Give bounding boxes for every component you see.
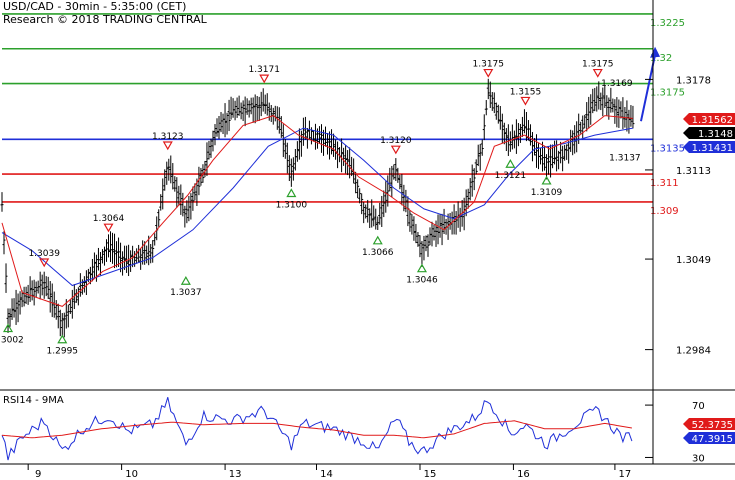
- x-tick-label: 9: [35, 469, 41, 480]
- price-tick-label: 1.2984: [676, 346, 711, 357]
- note-label: 1.3169: [601, 79, 633, 89]
- rsi-tick-label: 30: [692, 453, 705, 464]
- chart-title: USD/CAD - 30min - 5:35:00 (CET): [3, 0, 187, 13]
- low-marker-icon: [180, 276, 191, 285]
- level-label: 1.311: [650, 178, 679, 189]
- low-label: 1.3121: [495, 171, 527, 181]
- low-marker-icon: [416, 263, 427, 273]
- high-marker-icon: [259, 74, 270, 84]
- high-label: 1.3064: [93, 214, 125, 224]
- x-tick-label: 15: [424, 469, 437, 480]
- high-marker-icon: [592, 68, 603, 78]
- x-tick-label: 14: [320, 469, 333, 480]
- price-panel: 1.32251.321.31751.31351.3111.3091.30021.…: [0, 13, 685, 357]
- chart-canvas: 1.32251.321.31751.31351.3111.3091.30021.…: [0, 0, 735, 480]
- low-marker-icon: [541, 175, 552, 185]
- price-tag-label: 1.31431: [692, 143, 733, 154]
- high-label: 1.3123: [152, 132, 184, 142]
- low-label: 1.3066: [362, 248, 394, 258]
- low-marker-icon: [57, 334, 68, 344]
- low-label: 1.3109: [531, 188, 563, 198]
- rsi-title: RSI14 - 9MA: [3, 395, 64, 406]
- high-marker-icon: [520, 96, 531, 106]
- price-tag-label: 1.3148: [698, 129, 733, 140]
- x-tick-label: 16: [517, 469, 530, 480]
- high-marker-icon: [39, 258, 50, 268]
- low-marker-icon: [372, 235, 383, 245]
- high-marker-icon: [162, 141, 173, 151]
- research-credit: Research © 2018 TRADING CENTRAL: [3, 13, 207, 26]
- low-marker-icon: [286, 188, 297, 198]
- high-label: 1.3155: [510, 87, 542, 97]
- rsi-tag-label: 52.3735: [692, 420, 733, 431]
- low-label: 1.3002: [0, 336, 24, 346]
- level-label: 1.3225: [650, 18, 685, 29]
- high-marker-icon: [483, 68, 494, 78]
- price-tick-label: 1.3178: [676, 75, 711, 86]
- low-label: 1.3046: [406, 276, 438, 286]
- high-label: 1.3175: [582, 60, 614, 70]
- x-tick-label: 10: [125, 469, 138, 480]
- low-label: 1.3100: [276, 200, 308, 210]
- low-marker-icon: [505, 159, 516, 168]
- x-tick-label: 17: [619, 469, 632, 480]
- level-label: 1.3135: [650, 143, 685, 154]
- x-tick-label: 13: [229, 469, 242, 480]
- high-label: 1.3171: [248, 65, 280, 75]
- high-label: 1.3120: [380, 136, 412, 146]
- low-label: 1.3037: [170, 288, 202, 298]
- level-label: 1.3175: [650, 88, 685, 99]
- high-label: 1.3039: [28, 249, 60, 259]
- high-label: 1.3175: [473, 60, 505, 70]
- high-marker-icon: [390, 145, 401, 155]
- rsi-panel: 30 70 52.3735 47.3915: [1, 390, 735, 464]
- price-tick-label: 1.3049: [676, 255, 711, 266]
- high-marker-icon: [103, 223, 114, 233]
- level-label: 1.309: [650, 206, 679, 217]
- rsi-tag-label: 47.3915: [692, 434, 733, 445]
- price-tick-label: 1.3113: [676, 166, 711, 177]
- low-label: 1.2995: [47, 347, 79, 357]
- price-tag-label: 1.31562: [692, 115, 733, 126]
- note-label: 1.3137: [609, 154, 641, 164]
- rsi-tick-label: 70: [692, 401, 705, 412]
